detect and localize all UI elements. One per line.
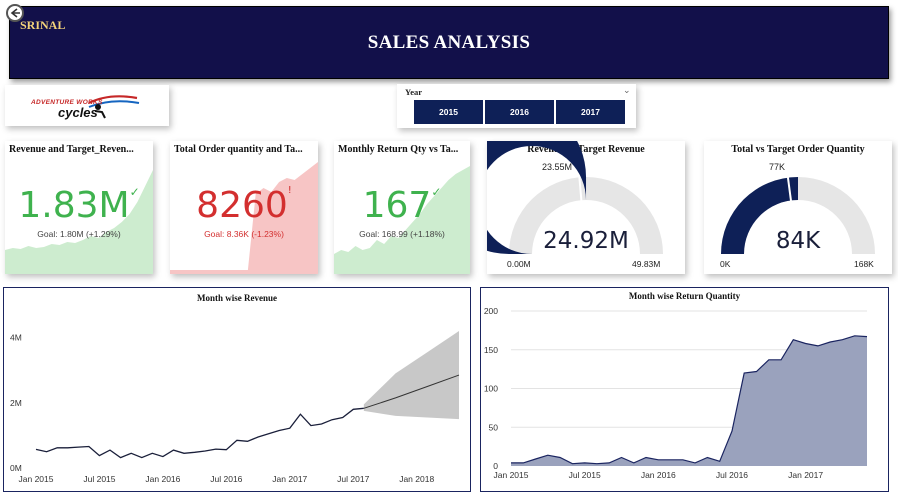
gauge-value: 24.92M [543,228,629,254]
check-icon: ✓ [431,185,442,199]
gauge-card-orders[interactable]: Total vs Target Order Quantity 77K 84K 0… [704,141,892,274]
x-tick-label: Jan 2018 [399,474,434,484]
x-tick-label: Jan 2015 [19,474,54,484]
gauge-value: 84K [775,228,821,254]
y-tick-label: 150 [484,345,498,355]
y-tick-label: 4M [10,333,22,343]
kpi-goal: Goal: 8.36K (-1.23%) [204,229,284,239]
y-tick-label: 200 [484,306,498,316]
x-tick-label: Jan 2017 [788,470,823,480]
kpi-value: 1.83M✓ [5,185,153,226]
gauge-chart [721,176,875,254]
kpi-goal: Goal: 1.80M (+1.29%) [37,229,121,239]
logo-text-bottom: cycles [58,105,98,120]
x-tick-label: Jan 2015 [494,470,529,480]
gauge-max-label: 168K [854,259,874,269]
returns-area [511,335,867,466]
forecast-band [363,331,459,420]
year-option-2016[interactable]: 2016 [485,100,554,124]
gauge-max-label: 49.83M [632,259,661,269]
revenue-series-line [35,407,364,459]
x-tick-label: Jan 2016 [641,470,676,480]
x-tick-label: Jul 2015 [569,470,601,480]
header-banner: SRINAL SALES ANALYSIS [9,6,889,79]
x-tick-label: Jul 2015 [83,474,115,484]
y-tick-label: 50 [489,422,499,432]
gauge-min-label: 0K [720,259,731,269]
x-tick-label: Jul 2017 [337,474,369,484]
y-tick-label: 100 [484,384,498,394]
kpi-card-order-quantity[interactable]: Total Order quantity and Ta... 8260! Goa… [170,141,318,274]
alert-icon: ! [287,185,292,196]
returns-area-chart: 050100150200Jan 2015 Jul 2015 Jan 2016 Jul … [484,306,868,480]
gauge-chart [487,141,663,254]
kpi-card-return-qty[interactable]: Monthly Return Qty vs Ta... 167✓ Goal: 1… [334,141,470,274]
logo-card: ADVENTURE WORKS cycles [5,85,169,126]
gauge-target-label: 23.55M [542,162,573,172]
gauge-min-label: 0.00M [507,259,531,269]
gauge-target-label: 77K [769,162,786,172]
chevron-down-icon[interactable]: ⌄ [623,85,631,96]
revenue-line-chart: 0M 2M 4M Jan 2015 Jul 2015 Jan 2016 Jul 2016 Ja… [10,331,460,484]
kpi-value: 167✓ [334,185,470,226]
kpi-value-text: 1.83M [18,185,130,226]
y-tick-label: 0M [10,463,22,473]
x-tick-label: Jan 2017 [272,474,307,484]
returns-area-chart-card[interactable]: Month wise Return Quantity 0 50 100 150 200 J… [480,287,889,492]
kpi-value: 8260! [170,185,318,226]
kpi-value-text: 8260 [196,185,288,226]
kpi-value-text: 167 [362,185,432,226]
year-slicer-label: Year [405,87,422,97]
x-tick-label: Jan 2016 [145,474,180,484]
year-option-2015[interactable]: 2015 [414,100,483,124]
kpi-goal: Goal: 168.99 (+1.18%) [359,229,445,239]
year-option-2017[interactable]: 2017 [556,100,625,124]
back-icon[interactable] [6,4,24,22]
gauge-card-revenue[interactable]: Revenue vs Target Revenue 23.55M 24.92M … [487,141,685,274]
page-title: SALES ANALYSIS [367,32,531,53]
check-icon: ✓ [129,185,140,199]
brand-label: SRINAL [20,18,66,32]
x-tick-label: Jul 2016 [210,474,242,484]
y-tick-label: 2M [10,398,22,408]
kpi-card-revenue[interactable]: Revenue and Target_Reven... 1.83M✓ Goal:… [5,141,153,274]
revenue-line-chart-card[interactable]: Month wise Revenue 0M 2M 4M Jan 2015 Jul 201… [3,287,471,492]
x-tick-label: Jul 2016 [716,470,748,480]
